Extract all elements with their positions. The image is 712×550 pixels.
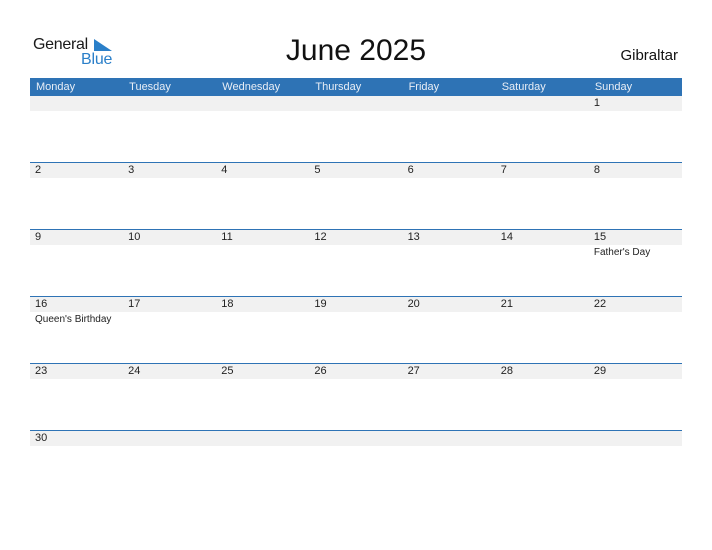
week-cells: 16 Queen's Birthday 17 18 19 20 21 22 bbox=[30, 297, 682, 357]
weekday-friday: Friday bbox=[408, 81, 440, 93]
day-number: 7 bbox=[500, 164, 507, 176]
day-cell[interactable]: 4 bbox=[216, 163, 309, 223]
day-cell[interactable]: 14 bbox=[496, 230, 589, 290]
day-cell[interactable]: 20 bbox=[403, 297, 496, 357]
weekday-sunday: Sunday bbox=[594, 81, 633, 93]
day-number: 27 bbox=[407, 365, 420, 377]
day-cell[interactable]: 26 bbox=[309, 364, 402, 424]
day-cell[interactable]: 15 Father's Day bbox=[589, 230, 682, 290]
weekday-monday: Monday bbox=[36, 81, 76, 93]
day-number: 18 bbox=[221, 298, 234, 310]
day-cell[interactable]: 2 bbox=[30, 163, 123, 223]
day-cell[interactable]: 11 bbox=[216, 230, 309, 290]
day-cell[interactable]: 16 Queen's Birthday bbox=[30, 297, 123, 357]
day-cell[interactable]: 6 bbox=[403, 163, 496, 223]
day-cell[interactable]: 8 bbox=[589, 163, 682, 223]
day-number: 8 bbox=[593, 164, 600, 176]
week-cells: 23 24 25 26 27 28 29 bbox=[30, 364, 682, 424]
day-cell[interactable]: 3 bbox=[123, 163, 216, 223]
day-number: 17 bbox=[128, 298, 141, 310]
day-number: 11 bbox=[221, 231, 233, 243]
day-number: 26 bbox=[314, 365, 327, 377]
day-number: 14 bbox=[500, 231, 513, 243]
day-number: 21 bbox=[500, 298, 513, 310]
day-cell[interactable]: 24 bbox=[123, 364, 216, 424]
week-row: 16 Queen's Birthday 17 18 19 20 21 22 bbox=[30, 296, 682, 364]
day-cell[interactable]: 23 bbox=[30, 364, 123, 424]
day-cell[interactable]: 18 bbox=[216, 297, 309, 357]
day-cell[interactable]: 17 bbox=[123, 297, 216, 357]
weekday-saturday: Saturday bbox=[501, 81, 546, 93]
week-cells: 30 bbox=[30, 431, 682, 491]
day-number: 24 bbox=[128, 365, 141, 377]
week-row: 9 10 11 12 13 14 15 Father's Day bbox=[30, 229, 682, 297]
day-cell[interactable]: 25 bbox=[216, 364, 309, 424]
holiday-label: Queen's Birthday bbox=[35, 314, 112, 325]
day-number: 9 bbox=[35, 231, 42, 243]
day-cell[interactable]: 27 bbox=[403, 364, 496, 424]
day-cell bbox=[123, 96, 216, 156]
day-number: 29 bbox=[593, 365, 607, 377]
day-cell[interactable]: 29 bbox=[589, 364, 682, 424]
day-cell[interactable]: 7 bbox=[496, 163, 589, 223]
day-cell[interactable]: 9 bbox=[30, 230, 123, 290]
day-number: 10 bbox=[128, 231, 141, 243]
day-number: 22 bbox=[593, 298, 607, 310]
day-cell bbox=[309, 96, 402, 156]
day-number: 6 bbox=[407, 164, 414, 176]
day-number: 28 bbox=[500, 365, 513, 377]
region-label: Gibraltar bbox=[620, 47, 678, 64]
day-number: 30 bbox=[35, 432, 48, 444]
day-cell[interactable]: 5 bbox=[309, 163, 402, 223]
day-cell[interactable]: 21 bbox=[496, 297, 589, 357]
day-number: 23 bbox=[35, 365, 48, 377]
day-number: 19 bbox=[314, 298, 327, 310]
day-cell bbox=[309, 431, 402, 491]
week-row: 1 bbox=[30, 96, 682, 163]
day-number: 12 bbox=[314, 231, 327, 243]
week-row: 23 24 25 26 27 28 29 bbox=[30, 363, 682, 431]
week-cells: 2 3 4 5 6 7 8 bbox=[30, 163, 682, 223]
weekday-thursday: Thursday bbox=[315, 81, 362, 93]
day-cell bbox=[123, 431, 216, 491]
day-cell bbox=[403, 431, 496, 491]
day-cell bbox=[496, 431, 589, 491]
weeks-container: 1 2 3 4 5 6 7 8 9 10 11 12 13 14 15 Father's Day 16 Queen… bbox=[30, 96, 682, 498]
day-number: 5 bbox=[314, 164, 321, 176]
weekday-tuesday: Tuesday bbox=[129, 81, 171, 93]
day-cell bbox=[30, 96, 123, 156]
day-cell bbox=[216, 96, 309, 156]
week-row: 30 bbox=[30, 430, 682, 498]
day-number: 20 bbox=[407, 298, 420, 310]
day-number: 2 bbox=[35, 164, 42, 176]
day-cell bbox=[403, 96, 496, 156]
week-cells: 9 10 11 12 13 14 15 Father's Day bbox=[30, 230, 682, 290]
week-cells: 1 bbox=[30, 96, 682, 156]
day-number: 4 bbox=[221, 164, 228, 176]
holiday-label: Father's Day bbox=[593, 247, 651, 258]
day-cell[interactable]: 1 bbox=[589, 96, 682, 156]
day-cell[interactable]: 30 bbox=[30, 431, 123, 491]
day-cell[interactable]: 19 bbox=[309, 297, 402, 357]
day-number: 3 bbox=[128, 164, 135, 176]
day-cell bbox=[496, 96, 589, 156]
day-cell[interactable]: 12 bbox=[309, 230, 402, 290]
weekday-header: Monday Tuesday Wednesday Thursday Friday… bbox=[30, 78, 682, 96]
calendar-grid: Monday Tuesday Wednesday Thursday Friday… bbox=[30, 78, 682, 498]
weekday-wednesday: Wednesday bbox=[222, 81, 281, 93]
week-row: 2 3 4 5 6 7 8 bbox=[30, 162, 682, 230]
day-number: 1 bbox=[593, 97, 600, 109]
day-cell[interactable]: 28 bbox=[496, 364, 589, 424]
day-number: 13 bbox=[407, 231, 420, 243]
day-cell bbox=[589, 431, 682, 491]
day-number: 15 bbox=[593, 231, 607, 243]
calendar-title: June 2025 bbox=[285, 34, 427, 67]
day-cell[interactable]: 13 bbox=[403, 230, 496, 290]
day-cell bbox=[216, 431, 309, 491]
day-cell[interactable]: 22 bbox=[589, 297, 682, 357]
day-number: 16 bbox=[35, 298, 48, 310]
day-number: 25 bbox=[221, 365, 234, 377]
day-cell[interactable]: 10 bbox=[123, 230, 216, 290]
